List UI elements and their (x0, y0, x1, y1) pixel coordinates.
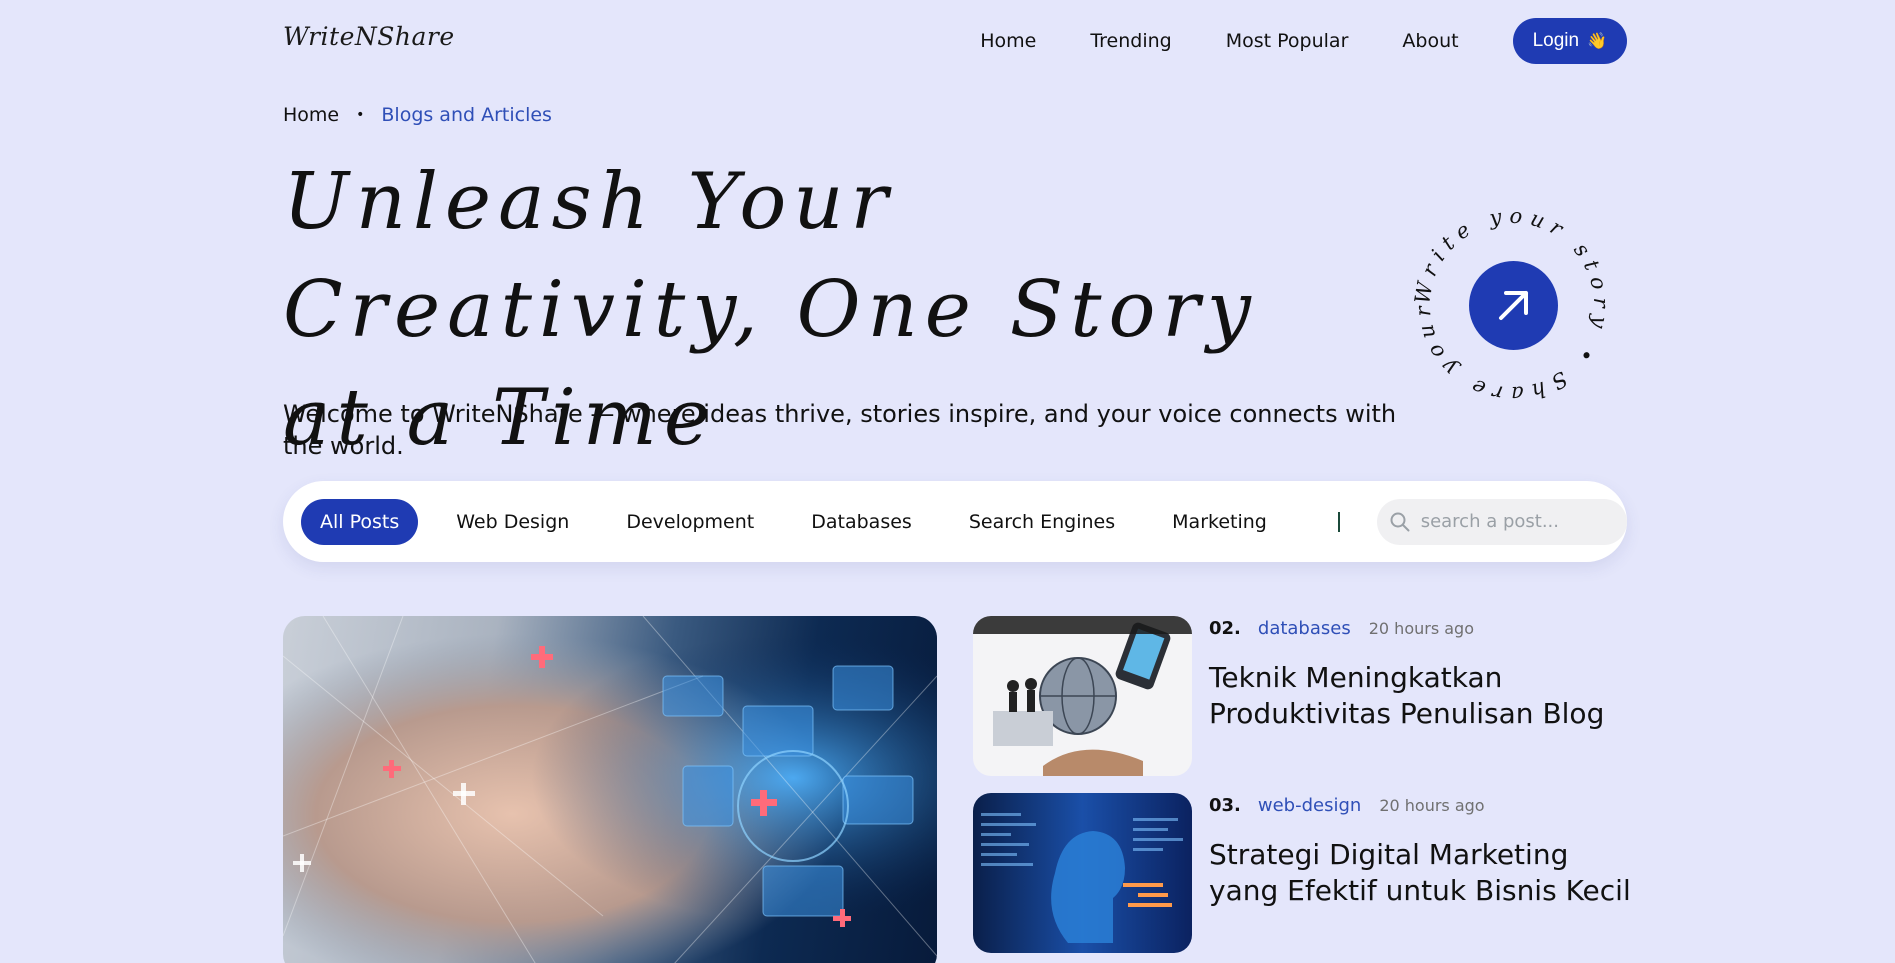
filter-marketing[interactable]: Marketing (1153, 499, 1286, 545)
arrow-up-right-icon (1499, 291, 1528, 320)
login-button[interactable]: Login 👋 (1512, 18, 1627, 64)
top-nav: Home Trending Most Popular About Login 👋 (980, 18, 1627, 64)
post-thumbnail[interactable] (973, 616, 1192, 776)
post-time: 20 hours ago (1379, 796, 1485, 815)
filter-search-engines[interactable]: Search Engines (950, 499, 1134, 545)
featured-illustration (283, 616, 937, 963)
category-filter-bar: All Posts Web Design Development Databas… (283, 481, 1627, 562)
login-label: Login (1532, 30, 1580, 51)
post-number: 02. (1209, 618, 1241, 639)
search-icon (1390, 512, 1410, 531)
featured-post-image[interactable] (283, 616, 937, 963)
post-card[interactable]: 03. web-design 20 hours ago Strategi Dig… (973, 793, 1631, 953)
post-meta: 03. web-design 20 hours ago (1209, 795, 1485, 816)
post-title[interactable]: Teknik Meningkatkan Produktivitas Penuli… (1209, 660, 1639, 732)
filter-web-design[interactable]: Web Design (437, 499, 588, 545)
filter-all-posts[interactable]: All Posts (301, 498, 419, 545)
post-thumbnail[interactable] (973, 793, 1192, 953)
post-category[interactable]: web-design (1258, 795, 1361, 816)
post-card[interactable]: 02. databases 20 hours ago Teknik Mening… (973, 616, 1627, 776)
search-input[interactable] (1420, 511, 1621, 532)
filter-databases[interactable]: Databases (792, 499, 931, 545)
filter-development[interactable]: Development (607, 499, 773, 545)
breadcrumb-current: Blogs and Articles (381, 104, 552, 126)
post-category[interactable]: databases (1258, 618, 1351, 639)
post-meta: 02. databases 20 hours ago (1209, 618, 1474, 639)
post-thumbnail-image (973, 793, 1192, 953)
breadcrumb: Home • Blogs and Articles (283, 104, 552, 126)
post-title[interactable]: Strategi Digital Marketing yang Efektif … (1209, 837, 1639, 909)
nav-about[interactable]: About (1402, 18, 1458, 64)
nav-trending[interactable]: Trending (1090, 18, 1171, 64)
post-time: 20 hours ago (1368, 619, 1474, 638)
search-box[interactable] (1376, 498, 1627, 545)
hero-subtitle: Welcome to WriteNShare — where ideas thr… (283, 400, 1397, 460)
site-logo[interactable]: WriteNShare (283, 22, 455, 51)
post-thumbnail-image (973, 616, 1192, 776)
nav-most-popular[interactable]: Most Popular (1226, 18, 1349, 64)
post-number: 03. (1209, 795, 1241, 816)
nav-home[interactable]: Home (980, 18, 1036, 64)
breadcrumb-home[interactable]: Home (283, 104, 339, 126)
waving-hand-icon: 👋 (1587, 33, 1607, 50)
page: WriteNShare Home Trending Most Popular A… (0, 0, 1895, 963)
filter-divider (1337, 511, 1340, 532)
write-share-badge: Write your story • Share your idea • (1397, 181, 1617, 410)
breadcrumb-separator: • (356, 107, 365, 123)
badge-button[interactable] (1469, 261, 1558, 350)
